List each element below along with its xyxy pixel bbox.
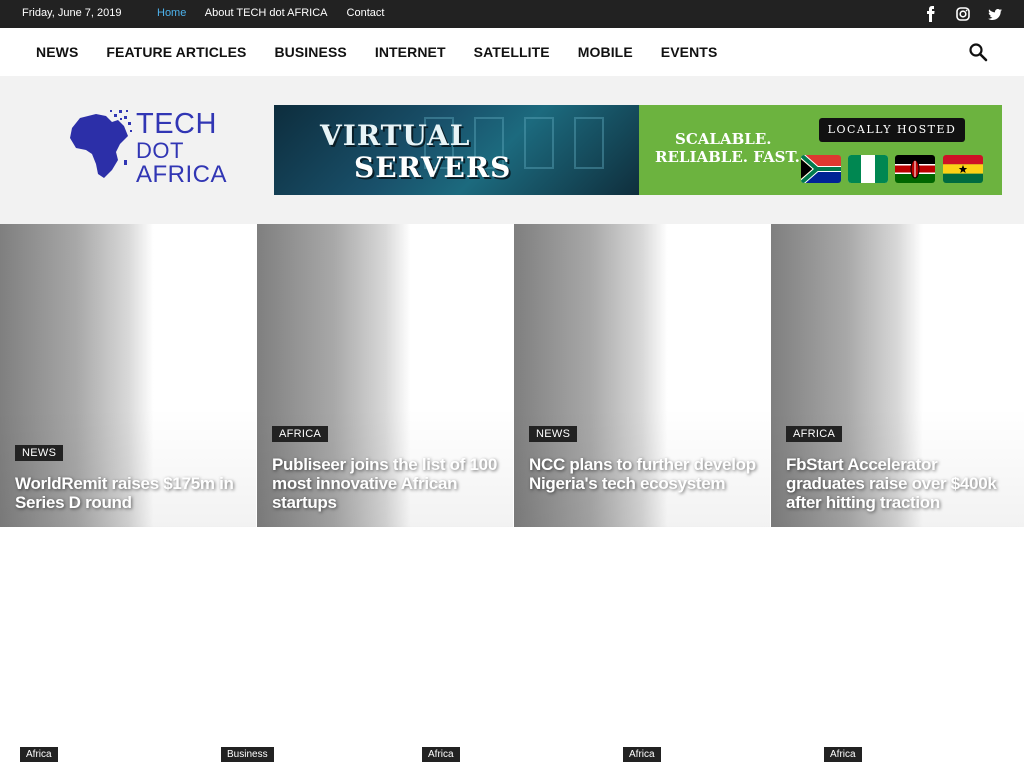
server-rack-graphic [524, 117, 554, 169]
category-tag[interactable]: NEWS [15, 445, 64, 461]
top-link-contact[interactable]: Contact [347, 7, 385, 19]
featured-card[interactable]: AFRICA Publiseer joins the list of 100 m… [257, 224, 513, 527]
nav-item-feature-articles[interactable]: FEATURE ARTICLES [106, 44, 246, 60]
south-africa-flag-icon [801, 155, 841, 183]
main-nav: NEWS FEATURE ARTICLES BUSINESS INTERNET … [0, 28, 1024, 76]
banner-left-panel: VIRTUAL SERVERS [274, 105, 639, 195]
category-tag[interactable]: AFRICA [272, 426, 329, 442]
content-spacer [0, 527, 1024, 613]
ghana-flag-icon [943, 155, 983, 183]
nav-item-mobile[interactable]: MOBILE [578, 44, 633, 60]
card-title[interactable]: WorldRemit raises $175m in Series D roun… [15, 474, 243, 512]
featured-card[interactable]: NEWS WorldRemit raises $175m in Series D… [0, 224, 256, 527]
banner-tagline-2: RELIABLE. FAST. [655, 148, 800, 166]
nav-item-satellite[interactable]: SATELLITE [474, 44, 550, 60]
banner-headline-1: VIRTUAL [320, 119, 471, 152]
card-title[interactable]: NCC plans to further develop Nigeria's t… [529, 455, 757, 493]
nav-item-news[interactable]: NEWS [36, 44, 78, 60]
nav-item-internet[interactable]: INTERNET [375, 44, 446, 60]
nav-menu: NEWS FEATURE ARTICLES BUSINESS INTERNET … [36, 44, 717, 60]
category-chip[interactable]: Africa [623, 747, 661, 762]
card-title[interactable]: Publiseer joins the list of 100 most inn… [272, 455, 500, 512]
logo-line-2: DOT [136, 138, 184, 163]
featured-card[interactable]: NEWS NCC plans to further develop Nigeri… [514, 224, 770, 527]
featured-grid: NEWS WorldRemit raises $175m in Series D… [0, 224, 1024, 527]
category-tag[interactable]: AFRICA [786, 426, 843, 442]
site-logo[interactable]: TECH DOT AFRICA [66, 108, 236, 187]
latest-articles-row: Africa Business Africa Africa Africa [0, 613, 1024, 768]
top-link-home[interactable]: Home [157, 7, 186, 19]
social-links [924, 6, 1002, 22]
header: TECH DOT AFRICA VIRTUAL SERVERS SCALABLE… [0, 76, 1024, 224]
category-chip[interactable]: Africa [824, 747, 862, 762]
logo-text: TECH DOT AFRICA [136, 110, 227, 187]
logo-line-3: AFRICA [136, 161, 228, 188]
instagram-icon[interactable] [956, 6, 970, 22]
banner-headline-2: SERVERS [354, 151, 512, 184]
server-rack-graphic [574, 117, 604, 169]
category-chip[interactable]: Africa [20, 747, 58, 762]
category-chip[interactable]: Business [221, 747, 274, 762]
featured-card[interactable]: AFRICA FbStart Accelerator graduates rai… [771, 224, 1024, 527]
logo-line-1: TECH [136, 108, 217, 140]
nav-item-business[interactable]: BUSINESS [274, 44, 346, 60]
search-icon[interactable] [968, 42, 988, 62]
category-tag[interactable]: NEWS [529, 426, 578, 442]
banner-right-panel: SCALABLE. RELIABLE. FAST. LOCALLY HOSTED [639, 105, 1002, 195]
banner-tagline-1: SCALABLE. [675, 130, 772, 148]
africa-map-icon [70, 110, 132, 178]
current-date: Friday, June 7, 2019 [22, 7, 122, 19]
facebook-icon[interactable] [924, 6, 938, 22]
category-chip[interactable]: Africa [422, 747, 460, 762]
top-links: Home About TECH dot AFRICA Contact [157, 7, 400, 19]
card-title[interactable]: FbStart Accelerator graduates raise over… [786, 455, 1014, 512]
nav-item-events[interactable]: EVENTS [661, 44, 718, 60]
top-link-about[interactable]: About TECH dot AFRICA [205, 7, 328, 19]
nigeria-flag-icon [848, 155, 888, 183]
kenya-flag-icon [895, 155, 935, 183]
banner-pill: LOCALLY HOSTED [819, 118, 965, 142]
ad-banner[interactable]: VIRTUAL SERVERS SCALABLE. RELIABLE. FAST… [274, 105, 1002, 195]
twitter-icon[interactable] [988, 6, 1002, 22]
top-bar: Friday, June 7, 2019 Home About TECH dot… [0, 0, 1024, 28]
